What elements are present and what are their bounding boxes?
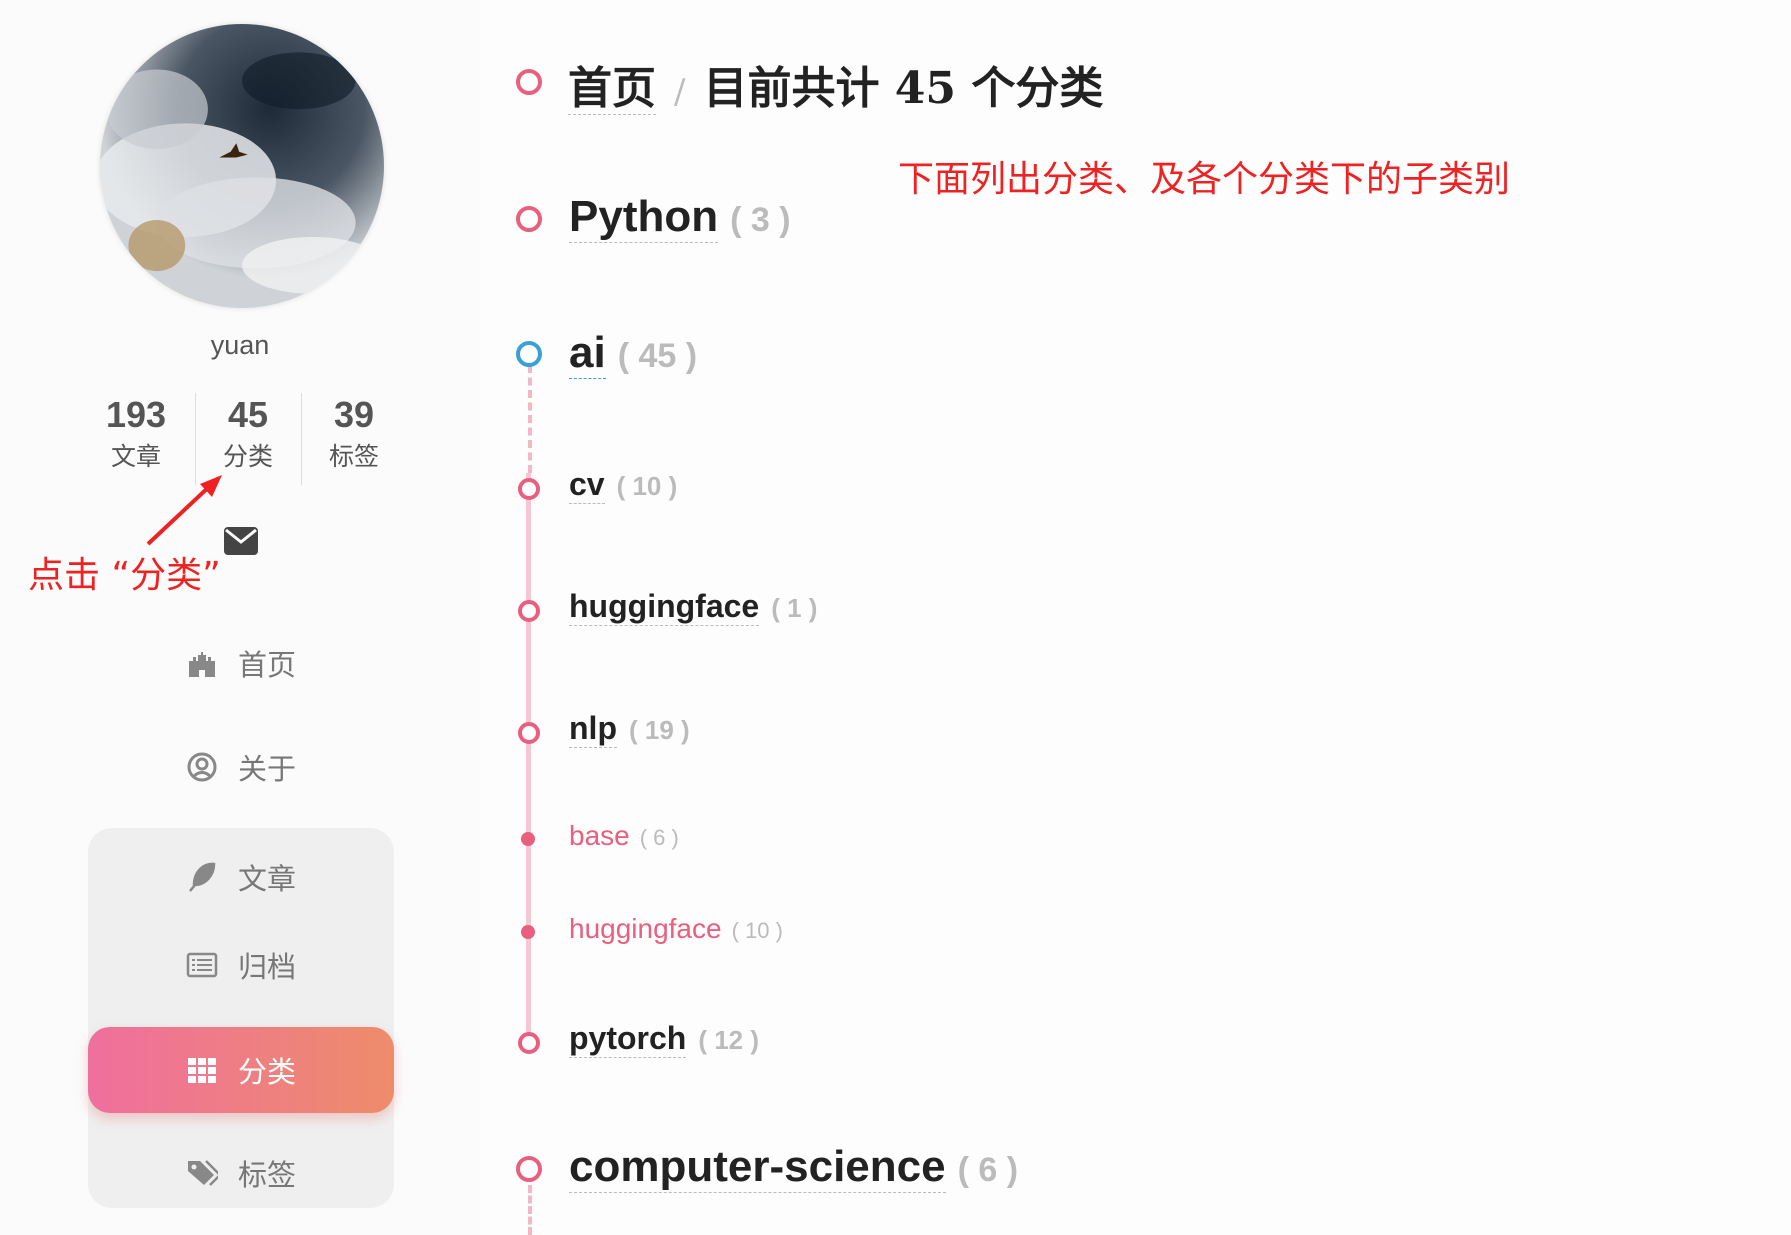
category-item: Python ( 3 ) — [569, 192, 791, 243]
category-link-nlp[interactable]: nlp — [569, 710, 617, 748]
category-link-base[interactable]: base — [569, 820, 630, 852]
stat-tags-count: 39 — [333, 394, 375, 435]
list-alt-icon — [186, 949, 218, 981]
category-count: ( 10 ) — [731, 918, 783, 943]
category-count: ( 12 ) — [698, 1025, 760, 1055]
menu-item-home-label: 首页 — [237, 650, 296, 682]
timeline-dot — [518, 722, 540, 744]
timeline-line — [528, 1185, 532, 1235]
page-title: 目前共计 45 个分类 — [703, 63, 1104, 114]
menu-item-tags-label: 标签 — [237, 1160, 296, 1192]
subcategory-item: base ( 6 ) — [569, 820, 679, 852]
annotation-click-categories: 点击 “分类” — [28, 555, 221, 596]
menu-item-categories[interactable]: 分类 — [88, 1027, 394, 1113]
grid-icon — [186, 1054, 218, 1086]
main-content: 首页 / 目前共计 45 个分类 下面列出分类、及各个分类下的子类别 Python … — [480, 0, 1791, 1235]
category-link-python[interactable]: Python — [569, 192, 719, 243]
stat-tags-label: 标签 — [328, 443, 379, 471]
category-count: ( 19 ) — [628, 715, 690, 745]
subcategory-item: huggingface ( 1 ) — [569, 588, 817, 626]
menu-item-categories-label: 分类 — [237, 1057, 296, 1089]
category-link-nlp-huggingface[interactable]: huggingface — [569, 913, 722, 945]
timeline-dot — [518, 1032, 540, 1054]
stat-categories[interactable]: 45 分类 — [196, 393, 300, 477]
breadcrumb-separator: / — [674, 72, 686, 112]
stat-tags[interactable]: 39 标签 — [302, 393, 406, 477]
menu-item-tags[interactable]: 标签 — [88, 1133, 394, 1213]
site-stats: 193 文章 45 分类 39 标签 — [0, 393, 480, 485]
sidebar: yuan 193 文章 45 分类 39 标签 点击 “分类” 首页 关于 文章… — [0, 0, 480, 1235]
timeline-dot-small — [521, 925, 535, 939]
timeline-dot — [516, 206, 542, 232]
category-link-huggingface[interactable]: huggingface — [569, 588, 760, 626]
subcategory-item: nlp ( 19 ) — [569, 710, 690, 748]
category-count: ( 6 ) — [957, 1151, 1019, 1189]
menu-item-posts-label: 文章 — [237, 864, 296, 896]
timeline-dot — [518, 600, 540, 622]
category-item: computer-science ( 6 ) — [569, 1142, 1018, 1193]
category-link-ai[interactable]: ai — [569, 328, 606, 379]
stat-posts-count: 193 — [105, 394, 167, 435]
category-count: ( 10 ) — [616, 471, 678, 501]
timeline-dot-small — [521, 832, 535, 846]
menu-item-about[interactable]: 关于 — [88, 727, 394, 807]
timeline-dot — [518, 478, 540, 500]
menu-item-archive[interactable]: 归档 — [88, 925, 394, 1005]
stat-posts[interactable]: 193 文章 — [84, 393, 188, 477]
mail-icon[interactable] — [224, 527, 258, 555]
menu-item-home[interactable]: 首页 — [88, 623, 394, 703]
menu-item-about-label: 关于 — [237, 754, 296, 786]
category-count: ( 6 ) — [639, 825, 679, 850]
category-link-cv[interactable]: cv — [569, 466, 605, 504]
timeline-dot — [516, 1156, 542, 1182]
page-header: 首页 / 目前共计 45 个分类 — [568, 52, 1103, 116]
category-count: ( 3 ) — [730, 201, 791, 239]
menu-item-archive-label: 归档 — [237, 952, 296, 984]
timeline-line — [528, 365, 532, 473]
subcategory-item: pytorch ( 12 ) — [569, 1020, 759, 1058]
subcategory-item: cv ( 10 ) — [569, 466, 677, 504]
tags-icon — [186, 1157, 218, 1189]
category-count: ( 1 ) — [771, 593, 818, 623]
user-circle-icon — [186, 751, 218, 783]
category-link-computer-science[interactable]: computer-science — [569, 1142, 946, 1193]
avatar[interactable] — [100, 24, 384, 308]
castle-icon — [186, 647, 218, 679]
stat-categories-count: 45 — [227, 394, 269, 435]
feather-icon — [186, 861, 218, 893]
timeline-line — [526, 473, 531, 1045]
annotation-categories-list: 下面列出分类、及各个分类下的子类别 — [898, 159, 1511, 200]
timeline-dot-active — [516, 341, 542, 367]
timeline-dot — [516, 69, 542, 95]
category-item: ai ( 45 ) — [569, 328, 697, 379]
category-link-pytorch[interactable]: pytorch — [569, 1020, 687, 1058]
username: yuan — [210, 330, 270, 360]
breadcrumb-home-link[interactable]: 首页 — [568, 63, 656, 115]
category-count: ( 45 ) — [617, 337, 698, 375]
menu-item-posts[interactable]: 文章 — [88, 837, 394, 917]
subcategory-item: huggingface ( 10 ) — [569, 913, 783, 945]
